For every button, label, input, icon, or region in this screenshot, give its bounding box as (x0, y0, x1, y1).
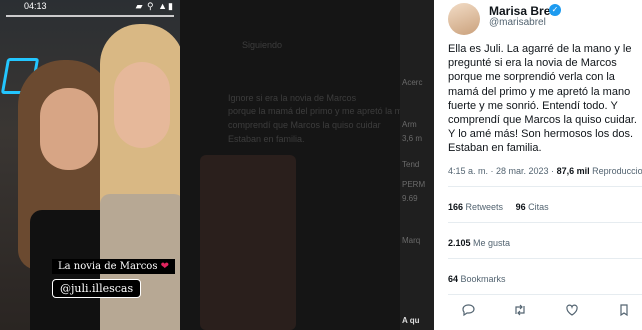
quotes-count[interactable]: 96 (516, 202, 526, 212)
story-progress-bar (6, 15, 174, 17)
verified-icon: ✓ (549, 4, 561, 16)
divider (448, 258, 642, 259)
heart-icon: ❤ (160, 261, 170, 272)
tweet-text: Ella es Juli. La agarré de la mano y le … (448, 43, 637, 155)
side-text-4: Tend (402, 160, 420, 169)
quotes-label[interactable]: Citas (526, 202, 549, 212)
side-text-2: Arm (402, 120, 417, 129)
blurred-photo (200, 155, 296, 330)
tweet-card: Marisa Brel ✓ @marisabrel Ella es Juli. … (434, 0, 642, 330)
story-mention[interactable]: @juli.illescas (52, 279, 142, 298)
side-text-6: 9.69 (402, 194, 418, 203)
divider (448, 186, 642, 187)
story-caption: La novia de Marcos ❤ (52, 259, 176, 274)
divider (448, 294, 642, 295)
like-icon[interactable] (564, 303, 580, 319)
ghost-line-3: porque la mamá del primo y me apretó la … (228, 106, 418, 116)
views-count: 87,6 mil (556, 166, 590, 176)
divider (448, 222, 642, 223)
side-text-5: PERM (402, 180, 426, 189)
background-feed: Siguiendo Ignore si era la novia de Marc… (180, 0, 430, 330)
bookmarks-label[interactable]: Bookmarks (458, 274, 506, 284)
tweet-meta: 4:15 a. m. · 28 mar. 2023 · 87,6 mil Rep… (448, 166, 642, 176)
tweet-actions (448, 303, 642, 319)
ghost-line-5: Estaban en familia. (228, 134, 305, 144)
likes-stat[interactable]: 2.105 Me gusta (448, 238, 510, 248)
status-bar: 04:13 ▰ ⚲ ▲▮ (0, 0, 180, 14)
tweet-timestamp[interactable]: 4:15 a. m. · 28 mar. 2023 · (448, 166, 557, 176)
bookmarks-stat[interactable]: 64 Bookmarks (448, 274, 506, 284)
side-trends-column: Acerc Arm 3,6 m Tend PERM 9.69 Marq A qu (400, 0, 434, 330)
likes-label[interactable]: Me gusta (471, 238, 510, 248)
author-name[interactable]: Marisa Brel (489, 4, 554, 18)
views-label: Reproducciones (592, 166, 642, 176)
status-icons: ▰ ⚲ ▲▮ (135, 1, 174, 11)
side-text-8: A qu (402, 316, 420, 325)
bookmark-icon[interactable] (616, 303, 632, 319)
retweets-quotes-stat: 166 Retweets 96 Citas (448, 202, 549, 212)
ghost-line-1: Siguiendo (242, 40, 283, 50)
caption-text: La novia de Marcos (58, 261, 158, 272)
side-text-7: Marq (402, 236, 421, 245)
author-handle[interactable]: @marisabrel (489, 17, 546, 28)
side-text-3: 3,6 m (402, 134, 423, 143)
status-time: 04:13 (24, 1, 47, 11)
reply-icon[interactable] (460, 303, 476, 319)
retweets-count[interactable]: 166 (448, 202, 463, 212)
bookmarks-count[interactable]: 64 (448, 274, 458, 284)
instagram-story: 04:13 ▰ ⚲ ▲▮ La novia de Marcos ❤ @juli.… (0, 0, 180, 330)
side-text-1: Acerc (402, 78, 423, 87)
retweet-icon[interactable] (512, 303, 528, 319)
ghost-line-2: Ignore si era la novia de Marcos (228, 93, 357, 103)
likes-count[interactable]: 2.105 (448, 238, 471, 248)
retweets-label[interactable]: Retweets (463, 202, 504, 212)
ghost-line-4: comprendí que Marcos la quiso cuidar (228, 120, 381, 130)
avatar[interactable] (448, 3, 480, 35)
